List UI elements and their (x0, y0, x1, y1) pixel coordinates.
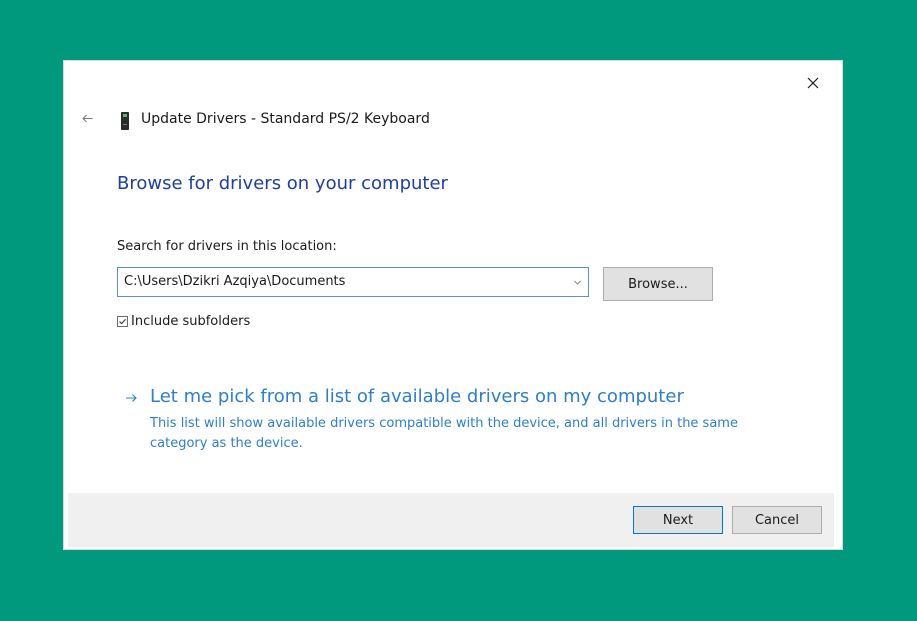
keyboard-device-icon (121, 112, 129, 130)
checkmark-icon (119, 318, 126, 325)
close-button[interactable] (800, 71, 826, 95)
close-icon (807, 77, 819, 89)
back-arrow-icon (81, 114, 92, 122)
back-button[interactable] (78, 109, 96, 127)
right-arrow-icon (126, 394, 137, 402)
driver-path-combobox[interactable]: C:\Users\Dzikri Azqiya\Documents (117, 267, 589, 297)
chevron-down-icon[interactable] (573, 278, 582, 287)
browse-button[interactable]: Browse... (603, 267, 713, 301)
next-button[interactable]: Next (633, 506, 723, 534)
window-title: Update Drivers - Standard PS/2 Keyboard (141, 111, 430, 127)
dialog-footer: Next Cancel (68, 493, 834, 547)
pick-from-list-description: This list will show available drivers co… (150, 416, 738, 451)
pick-from-list-link[interactable]: Let me pick from a list of available dri… (150, 386, 684, 407)
include-subfolders-label: Include subfolders (131, 314, 251, 329)
cancel-button[interactable]: Cancel (732, 506, 822, 534)
include-subfolders-checkbox[interactable] (117, 316, 128, 327)
search-location-label: Search for drivers in this location: (117, 239, 337, 254)
include-subfolders-option[interactable]: Include subfolders (117, 314, 250, 329)
driver-path-value: C:\Users\Dzikri Azqiya\Documents (124, 274, 346, 289)
page-heading: Browse for drivers on your computer (117, 173, 448, 194)
update-drivers-dialog: Update Drivers - Standard PS/2 Keyboard … (63, 60, 843, 550)
